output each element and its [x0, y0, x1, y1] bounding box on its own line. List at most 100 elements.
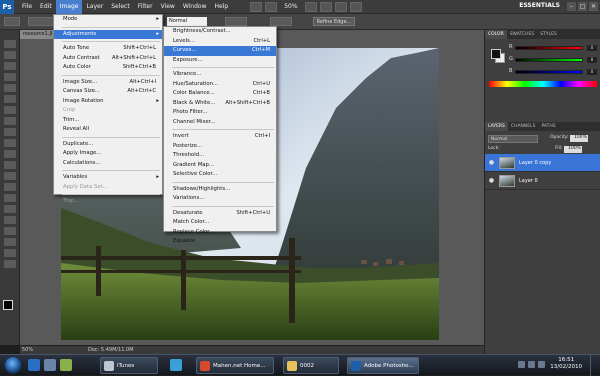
menu-item-trim[interactable]: Trim... — [54, 116, 162, 126]
ie-icon[interactable] — [28, 359, 40, 371]
channel-g-value[interactable]: 0 — [587, 57, 597, 63]
menu-item-levels[interactable]: Levels... Ctrl+L — [164, 37, 276, 47]
network-icon[interactable] — [518, 361, 525, 368]
healing-brush-tool-icon[interactable] — [3, 106, 16, 114]
move-tool-icon[interactable] — [3, 40, 16, 48]
menu-item-posterize[interactable]: Posterize... — [164, 142, 276, 152]
type-tool-icon[interactable] — [3, 205, 16, 213]
path-selection-tool-icon[interactable] — [3, 216, 16, 224]
marquee-tool-icon[interactable] — [3, 51, 16, 59]
taskbar-button-itunes[interactable]: iTunes — [100, 357, 158, 374]
channel-b-value[interactable]: 0 — [587, 69, 597, 75]
screen-mode-icon[interactable] — [349, 1, 362, 12]
menu-item-equalize[interactable]: Equalize — [164, 237, 276, 247]
menu-item-desaturate[interactable]: Desaturate Shift+Ctrl+U — [164, 209, 276, 219]
channel-g-slider[interactable] — [515, 58, 583, 62]
eyedropper-tool-icon[interactable] — [3, 95, 16, 103]
3d-rotate-tool-icon[interactable] — [3, 238, 16, 246]
channel-b-slider[interactable] — [515, 70, 583, 74]
dodge-tool-icon[interactable] — [3, 183, 16, 191]
visibility-eye-icon[interactable]: ● — [487, 159, 496, 166]
tab-color[interactable]: COLOR — [485, 30, 507, 39]
menu-item-canvas-size[interactable]: Canvas Size... Alt+Ctrl+C — [54, 87, 162, 97]
close-icon[interactable]: ✕ — [589, 2, 598, 11]
minibridge-icon[interactable] — [265, 1, 278, 12]
menu-item-invert[interactable]: Invert Ctrl+I — [164, 132, 276, 142]
tab-swatches[interactable]: SWATCHES — [507, 30, 538, 39]
zoom-level[interactable]: 50% — [280, 0, 301, 14]
menu-item-calculations[interactable]: Calculations... — [54, 159, 162, 169]
menu-select[interactable]: Select — [107, 0, 134, 14]
layer-row[interactable]: ● Layer 0 — [485, 172, 600, 190]
minimize-icon[interactable]: – — [567, 2, 576, 11]
start-button[interactable] — [4, 356, 22, 374]
menu-item-adjustments[interactable]: Adjustments ▸ — [54, 29, 162, 39]
foreground-color-swatch[interactable] — [3, 300, 13, 310]
menu-item-mode[interactable]: Mode ▸ — [54, 15, 162, 25]
hand-tool-icon[interactable] — [304, 1, 317, 12]
tab-layers[interactable]: LAYERS — [485, 122, 508, 131]
width-field[interactable] — [225, 17, 247, 26]
menu-item-shadows-highlights[interactable]: Shadows/Highlights... — [164, 185, 276, 195]
shape-tool-icon[interactable] — [3, 227, 16, 235]
menu-filter[interactable]: Filter — [134, 0, 157, 14]
visibility-eye-icon[interactable]: ● — [487, 177, 496, 184]
tab-paths[interactable]: PATHS — [538, 122, 558, 131]
fill-field[interactable]: 100% — [563, 146, 582, 153]
menu-item-reveal-all[interactable]: Reveal All — [54, 125, 162, 135]
history-brush-tool-icon[interactable] — [3, 139, 16, 147]
clone-stamp-tool-icon[interactable] — [3, 128, 16, 136]
menu-item-selective-color[interactable]: Selective Color... — [164, 170, 276, 180]
channel-r-slider[interactable] — [515, 46, 583, 50]
menu-item-replace-color[interactable]: Replace Color... — [164, 228, 276, 238]
blend-mode-select[interactable]: Normal — [488, 135, 538, 143]
menu-item-exposure[interactable]: Exposure... — [164, 56, 276, 66]
menu-item-vibrance[interactable]: Vibrance... — [164, 70, 276, 80]
clock[interactable]: 16:51 13/02/2010 — [550, 357, 582, 371]
menu-item-auto-color[interactable]: Auto Color Shift+Ctrl+B — [54, 63, 162, 73]
menu-item-match-color[interactable]: Match Color... — [164, 218, 276, 228]
zoom-tool-icon[interactable] — [3, 260, 16, 268]
show-desktop-button[interactable] — [590, 355, 600, 376]
tab-channels[interactable]: CHANNELS — [508, 122, 539, 131]
color-ramp[interactable] — [489, 81, 597, 87]
show-desktop-icon[interactable] — [44, 359, 56, 371]
menu-view[interactable]: View — [157, 0, 179, 14]
media-icon[interactable] — [60, 359, 72, 371]
style-select[interactable]: Normal — [167, 17, 207, 26]
menu-item-curves[interactable]: Curves... Ctrl+M — [164, 46, 276, 56]
maximize-icon[interactable]: □ — [578, 2, 587, 11]
refine-edge-button[interactable]: Refine Edge... — [313, 17, 355, 26]
menu-file[interactable]: File — [18, 0, 36, 14]
menu-help[interactable]: Help — [211, 0, 233, 14]
menu-edit[interactable]: Edit — [36, 0, 56, 14]
opacity-field[interactable]: 100% — [569, 135, 588, 142]
menu-item-variables[interactable]: Variables ▸ — [54, 173, 162, 183]
menu-item-duplicate[interactable]: Duplicate... — [54, 140, 162, 150]
menu-item-image-size[interactable]: Image Size... Alt+Ctrl+I — [54, 78, 162, 88]
layer-row[interactable]: ● Layer 0 copy — [485, 154, 600, 172]
hand-tool-icon[interactable] — [3, 249, 16, 257]
menu-item-hue-saturation[interactable]: Hue/Saturation... Ctrl+U — [164, 80, 276, 90]
menu-item-gradient-map[interactable]: Gradient Map... — [164, 161, 276, 171]
menu-item-brightness-contrast[interactable]: Brightness/Contrast... — [164, 27, 276, 37]
menu-item-black-white[interactable]: Black & White... Alt+Shift+Ctrl+B — [164, 99, 276, 109]
menu-item-photo-filter[interactable]: Photo Filter... — [164, 108, 276, 118]
arrange-documents-icon[interactable] — [334, 1, 347, 12]
bridge-icon[interactable] — [250, 1, 263, 12]
menu-item-auto-contrast[interactable]: Auto Contrast Alt+Shift+Ctrl+L — [54, 54, 162, 64]
menu-item-channel-mixer[interactable]: Channel Mixer... — [164, 118, 276, 128]
menu-item-image-rotation[interactable]: Image Rotation ▸ — [54, 97, 162, 107]
menu-item-apply-image[interactable]: Apply Image... — [54, 149, 162, 159]
blur-tool-icon[interactable] — [3, 172, 16, 180]
menu-image[interactable]: Image — [55, 0, 83, 14]
eraser-tool-icon[interactable] — [3, 150, 16, 158]
lasso-tool-icon[interactable] — [3, 62, 16, 70]
menu-item-auto-tone[interactable]: Auto Tone Shift+Ctrl+L — [54, 44, 162, 54]
menu-item-threshold[interactable]: Threshold... — [164, 151, 276, 161]
tab-styles[interactable]: STYLES — [537, 30, 560, 39]
workspace-switcher[interactable]: ESSENTIALS — [519, 2, 560, 9]
foreground-color-swatch[interactable] — [491, 49, 501, 59]
crop-tool-icon[interactable] — [3, 84, 16, 92]
menu-item-variations[interactable]: Variations... — [164, 194, 276, 204]
